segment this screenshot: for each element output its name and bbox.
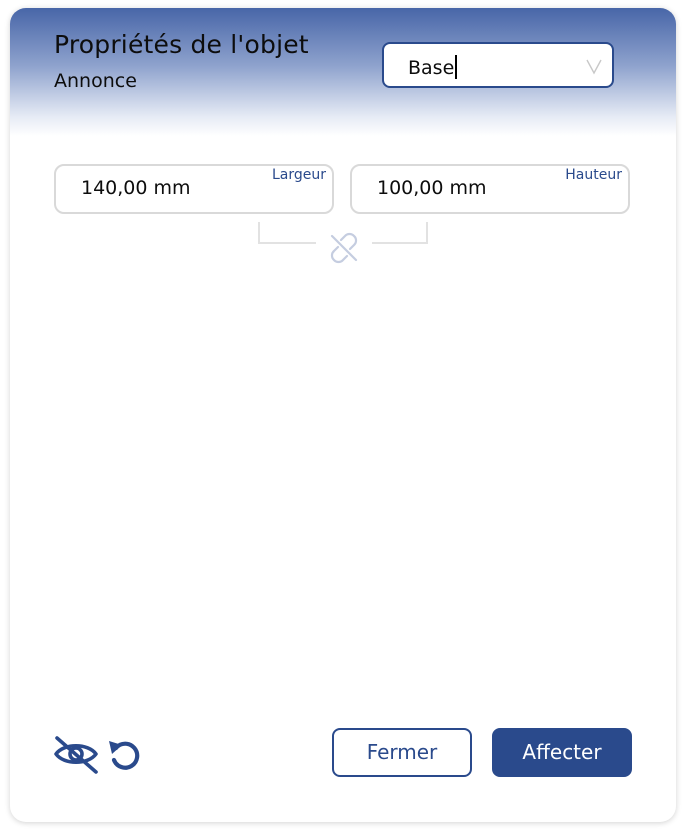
- style-select-value: Base: [408, 55, 458, 79]
- width-field[interactable]: 140,00 mm Largeur: [54, 164, 334, 214]
- height-field[interactable]: 100,00 mm Hauteur: [350, 164, 630, 214]
- panel-header: Propriétés de l'objet Annonce Base: [10, 8, 676, 136]
- apply-button[interactable]: Affecter: [492, 728, 632, 777]
- width-label: Largeur: [271, 167, 326, 183]
- close-button[interactable]: Fermer: [332, 728, 472, 777]
- panel-title: Propriétés de l'objet: [54, 30, 309, 59]
- height-value[interactable]: 100,00 mm: [377, 177, 487, 199]
- width-value[interactable]: 140,00 mm: [81, 177, 191, 199]
- undo-icon[interactable]: [106, 736, 144, 774]
- style-select[interactable]: Base: [382, 42, 614, 88]
- panel-subtitle: Annonce: [54, 70, 137, 92]
- chevron-down-icon[interactable]: [584, 56, 604, 76]
- object-properties-panel: Propriétés de l'objet Annonce Base 140,0…: [10, 8, 676, 822]
- unlink-icon[interactable]: [326, 230, 362, 266]
- text-cursor: [455, 55, 458, 79]
- eye-off-icon[interactable]: [52, 734, 100, 774]
- height-label: Hauteur: [565, 167, 622, 183]
